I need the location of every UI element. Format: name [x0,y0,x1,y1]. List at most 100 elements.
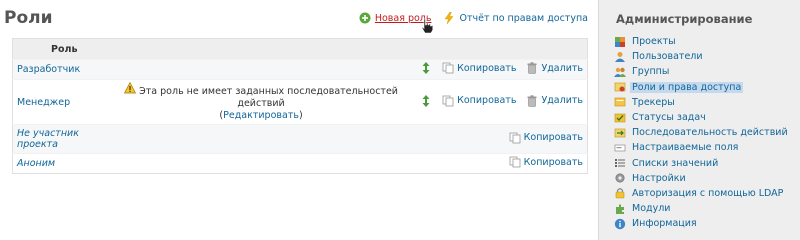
sidebar-item-enumerations[interactable]: Списки значений [614,156,790,171]
role-rows: Разработчик Копировать Удалить Менеджер Эта… [12,59,588,174]
contextual-actions: Новая роль Отчёт по правам доступа [359,12,588,24]
delete-role-link[interactable]: Удалить [541,63,583,74]
sidebar-item-label[interactable]: Списки значений [630,158,720,169]
table-row: Менеджер Эта роль не имеет заданных посл… [12,79,588,125]
sidebar-item-trackers[interactable]: Трекеры [614,95,790,110]
sidebar-item-label[interactable]: Информация [630,218,699,229]
sidebar-item-users[interactable]: Пользователи [614,49,790,64]
reorder-icon [422,94,430,107]
admin-menu: Проекты Пользователи Группы Роли и права до… [614,34,790,231]
sidebar-item-groups[interactable]: Группы [614,64,790,79]
plugins-icon [616,203,624,214]
role-operations-cell: Копировать Удалить [406,79,588,125]
projects-icon [615,36,625,47]
role-name-link[interactable]: Разработчик [17,64,80,75]
trackers-icon [614,98,626,107]
custom-fields-icon [614,144,626,152]
sidebar-item-label[interactable]: Статусы задач [630,112,708,123]
reorder-handle[interactable] [420,94,432,107]
copy-icon [509,156,521,168]
sidebar-item-projects[interactable]: Проекты [614,34,790,49]
role-name-cell: Менеджер [12,79,116,125]
enumerations-icon [615,159,625,168]
sidebar-item-roles[interactable]: Роли и права доступа [614,80,790,95]
permissions-report-link[interactable]: Отчёт по правам доступа [459,13,588,24]
warning-icon [124,82,137,94]
copy-role-action[interactable]: Копировать [509,132,583,144]
copy-icon [442,62,454,74]
copy-role-action[interactable]: Копировать [442,62,516,74]
sidebar-item-info[interactable]: Информация [614,216,790,231]
role-name-cell: Разработчик [12,59,116,80]
status-column-header [116,38,407,60]
reorder-handle[interactable] [420,62,432,74]
role-operations-cell: Копировать Удалить [406,59,588,80]
role-operations-cell: Копировать [406,124,588,154]
sidebar-item-label[interactable]: Пользователи [630,51,705,62]
sidebar-item-ldap[interactable]: Авторизация с помощью LDAP [614,186,790,201]
role-column-header: Роль [12,38,116,60]
role-name-cell: Аноним [12,153,116,174]
operations-column-header [406,38,588,60]
delete-icon [527,62,537,74]
copy-role-link[interactable]: Копировать [457,63,516,74]
roles-icon [614,82,626,92]
users-icon [615,51,625,62]
reorder-icon [422,62,430,74]
copy-icon [442,95,454,106]
role-name-link[interactable]: Не участник проекта [17,128,97,150]
sidebar-item-label[interactable]: Трекеры [630,97,677,108]
edit-workflow-link[interactable]: Редактировать [223,110,299,121]
no-workflow-warning: Эта роль не имеет заданных последователь… [139,86,398,109]
sidebar-item-label[interactable]: Проекты [630,36,678,47]
role-status-cell [116,153,407,174]
app: Роли Новая роль Отчёт по правам доступа [0,0,800,240]
add-icon [359,12,371,24]
lightning-icon [445,12,454,24]
sidebar-item-label[interactable]: Модули [630,203,672,214]
table-row: Разработчик Копировать Удалить [12,59,588,80]
copy-role-link[interactable]: Копировать [524,157,583,168]
table-row: Аноним Копировать [12,153,588,174]
delete-icon [527,94,537,107]
sidebar-item-workflows[interactable]: Последовательность действий [614,125,790,140]
sidebar-item-label[interactable]: Роли и права доступа [630,81,744,93]
sidebar-item-label[interactable]: Группы [630,66,671,77]
sidebar-item-plugins[interactable]: Модули [614,201,790,216]
issue-statuses-icon [614,113,626,122]
role-status-cell [116,59,407,80]
hand-cursor-icon [421,18,434,34]
sidebar-item-label[interactable]: Авторизация с помощью LDAP [630,188,785,199]
info-icon [614,218,626,230]
report-action[interactable]: Отчёт по правам доступа [443,12,588,24]
sidebar: Администрирование Проекты Пользователи Гру… [600,0,800,240]
sidebar-item-label[interactable]: Настройки [630,173,688,184]
workflows-icon [614,128,626,138]
delete-role-link[interactable]: Удалить [541,95,583,106]
table-row: Не участник проекта Копировать [12,124,588,154]
role-name-link[interactable]: Аноним [17,158,55,169]
copy-role-action[interactable]: Копировать [509,156,583,168]
copy-role-action[interactable]: Копировать [442,95,516,107]
role-name-link[interactable]: Менеджер [17,97,70,108]
settings-icon [615,173,625,183]
role-status-cell: Эта роль не имеет заданных последователь… [116,79,407,125]
copy-role-link[interactable]: Копировать [524,132,583,143]
sidebar-item-custom-fields[interactable]: Настраиваемые поля [614,140,790,155]
roles-table: Роль Разработчик Копировать Удалить Менедже… [12,38,588,174]
ldap-icon [615,188,625,199]
role-status-cell [116,124,407,154]
delete-role-action[interactable]: Удалить [526,62,583,74]
role-name-cell: Не участник проекта [12,124,116,154]
copy-icon [509,132,521,143]
delete-role-action[interactable]: Удалить [526,94,583,107]
sidebar-item-label[interactable]: Настраиваемые поля [630,142,740,153]
sidebar-item-settings[interactable]: Настройки [614,171,790,186]
sidebar-item-label[interactable]: Последовательность действий [630,127,790,138]
role-operations-cell: Копировать [406,153,588,174]
copy-role-link[interactable]: Копировать [457,95,516,106]
groups-icon [614,67,626,77]
main-content: Роли Новая роль Отчёт по правам доступа [0,0,599,240]
sidebar-item-issue-statuses[interactable]: Статусы задач [614,110,790,125]
page-title: Роли [4,8,53,28]
